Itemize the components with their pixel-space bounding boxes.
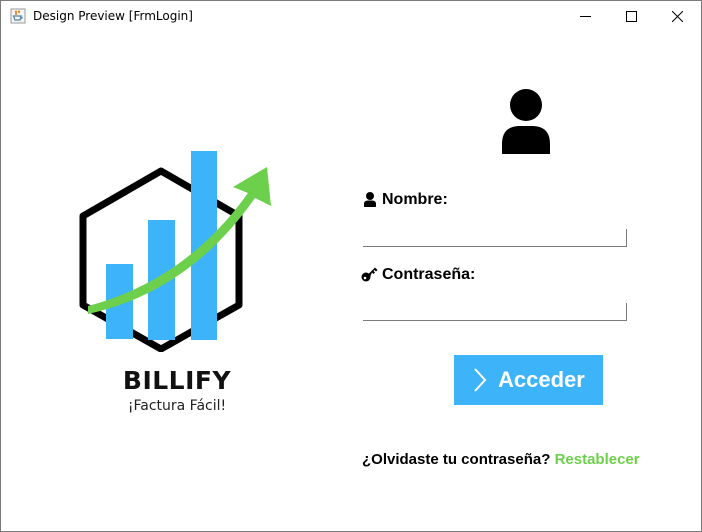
content-panel: BILLIFY ¡Factura Fácil! Nombre: Contrase… [1,32,701,531]
brand-slogan: ¡Factura Fácil! [127,398,227,414]
title-bar[interactable]: Design Preview [FrmLogin] [1,1,701,32]
login-button-label: Acceder [498,367,585,392]
maximize-button[interactable] [609,1,655,32]
maximize-icon [626,11,637,22]
username-label: Nombre: [382,191,448,208]
billify-logo [79,151,271,352]
chevron-right-icon [474,368,487,392]
forgot-password-text: ¿Olvidaste tu contraseña? [362,451,551,468]
user-avatar-icon [502,89,550,154]
user-icon [364,192,376,207]
login-window: Design Preview [FrmLogin] BILLIFY ¡Factu… [0,0,702,532]
minimize-button[interactable] [563,1,609,32]
password-field[interactable] [363,303,627,321]
forgot-password-row: ¿Olvidaste tu contraseña? Restablecer [362,451,640,468]
username-field[interactable] [363,229,627,247]
reset-password-link[interactable]: Restablecer [555,451,640,468]
java-cup-icon [10,8,26,24]
password-label: Contraseña: [382,266,476,283]
minimize-icon [580,16,591,17]
brand-name: BILLIFY [122,366,232,395]
key-icon [361,267,378,282]
close-button[interactable] [655,1,701,32]
window-title: Design Preview [FrmLogin] [33,9,193,23]
login-button[interactable]: Acceder [454,355,603,405]
close-icon [672,11,683,22]
